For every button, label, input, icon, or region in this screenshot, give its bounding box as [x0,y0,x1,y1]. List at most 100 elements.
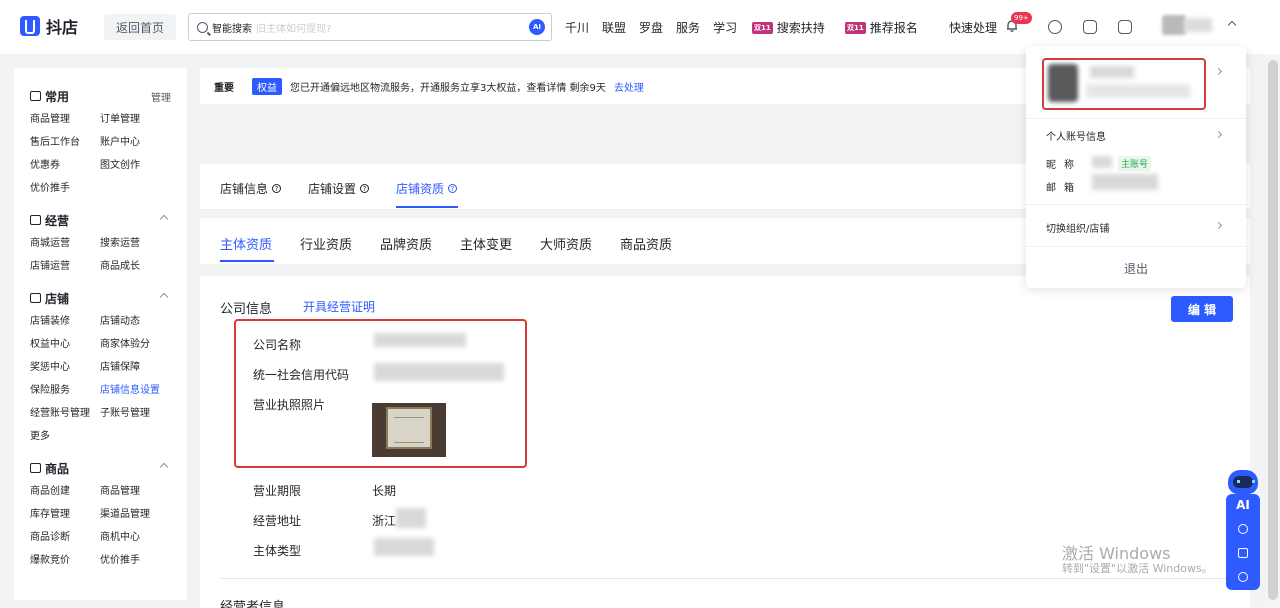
sidebar-item[interactable]: 订单管理 [100,108,180,131]
sidebar-section-title: 经营 [45,213,70,228]
chevron-right-icon[interactable] [1214,221,1223,230]
account-id-redacted [1086,84,1190,98]
tab-store-info[interactable]: 店铺信息 ? [220,180,282,197]
sidebar-item[interactable]: 账户中心 [100,131,180,154]
personal-account-info-link[interactable]: 个人账号信息 [1046,128,1106,143]
logout-button[interactable]: 退出 [1026,260,1246,277]
sidebar-item[interactable]: 优价推手 [100,549,180,572]
chevron-up-icon[interactable] [1227,20,1237,30]
sidebar-item[interactable]: 商品管理 [100,480,180,503]
store-icon[interactable] [1118,20,1132,34]
sidebar-item[interactable]: 奖惩中心 [30,356,100,379]
sidebar-item[interactable]: 经营账号管理 [30,402,100,425]
avatar[interactable] [1162,15,1186,35]
support-icon[interactable] [1048,20,1062,34]
address-redacted [396,508,426,528]
headset-icon[interactable] [1238,524,1248,534]
issue-certificate-link[interactable]: 开具经营证明 [303,298,375,315]
sidebar-item[interactable]: 店铺运营 [30,255,100,278]
business-address-value: 浙江 [372,514,397,528]
tab-product-qualification[interactable]: 商品资质 [620,234,672,253]
sidebar-item[interactable]: 爆款竞价 [30,549,100,572]
tab-store-qualification[interactable]: 店铺资质 ? [396,180,458,197]
sidebar-item[interactable]: 商城运营 [30,232,100,255]
folder-icon [30,91,41,101]
nav-xuexi[interactable]: 学习 [713,19,737,36]
tab-entity-change[interactable]: 主体变更 [460,234,512,253]
logo[interactable]: 抖店 [20,14,78,38]
robot-icon[interactable] [1228,470,1258,494]
sidebar-item[interactable]: 商品诊断 [30,526,100,549]
search-icon [197,21,208,33]
tab-brand-qualification[interactable]: 品牌资质 [380,234,432,253]
nav-luopan[interactable]: 罗盘 [639,19,663,36]
sidebar-item[interactable]: 图文创作 [100,154,180,177]
search-input[interactable]: 智能搜索 旧主体如何提现? AI [188,13,552,41]
ai-assistant-float[interactable]: AI [1226,470,1260,590]
nav-qianchuan[interactable]: 千川 [565,19,589,36]
manage-link[interactable]: 管理 [151,89,171,104]
email-label: 邮箱 [1046,183,1082,194]
tab-industry-qualification[interactable]: 行业资质 [300,234,352,253]
sidebar-item[interactable]: 店铺保障 [100,356,180,379]
sidebar-item[interactable]: 商品成长 [100,255,180,278]
sidebar-item[interactable]: 优价推手 [30,177,100,200]
sidebar-item[interactable]: 店铺装修 [30,310,100,333]
sidebar-item[interactable]: 店铺动态 [100,310,180,333]
info-icon[interactable] [1238,572,1248,582]
entity-type-label: 主体类型 [253,544,302,558]
logo-icon [20,16,40,36]
promo-recommend-signup-label: 推荐报名 [869,21,918,35]
promo-recommend-signup[interactable]: 双11 推荐报名 [845,19,918,36]
operator-info-title: 经营者信息 [220,600,286,608]
sidebar-item[interactable]: 商品创建 [30,480,100,503]
avatar [1048,64,1078,102]
notice-action-link[interactable]: 去处理 [614,79,644,94]
sidebar-item-store-info-settings[interactable]: 店铺信息设置 [100,379,180,402]
back-home-button[interactable]: 返回首页 [104,14,176,40]
sidebar-section-title: 店铺 [45,291,70,306]
help-icon[interactable]: ? [448,184,458,193]
promo-search-support[interactable]: 双11 搜索扶持 [752,19,825,36]
company-name-label: 公司名称 [253,338,302,352]
help-icon[interactable]: ? [272,184,282,193]
nav-fuwu[interactable]: 服务 [676,19,700,36]
ai-search-icon[interactable]: AI [529,19,545,35]
sidebar-item[interactable]: 子账号管理 [100,402,180,425]
tab-master-qualification[interactable]: 大师资质 [540,234,592,253]
edit-button[interactable]: 编 辑 [1171,296,1233,322]
sidebar-item[interactable]: 商机中心 [100,526,180,549]
business-license-image[interactable] [372,403,446,457]
download-icon[interactable] [1083,20,1097,34]
sidebar-item[interactable]: 渠道品管理 [100,503,180,526]
ai-toolbar: AI [1226,494,1260,590]
sidebar-item-more[interactable]: 更多 [30,425,100,448]
tab-store-settings[interactable]: 店铺设置 ? [308,180,370,197]
chevron-right-icon[interactable] [1214,67,1223,76]
sidebar-item[interactable]: 优惠券 [30,154,100,177]
sidebar-section-title: 常用 [45,89,70,104]
sidebar-item[interactable]: 商家体验分 [100,333,180,356]
sidebar-item[interactable]: 权益中心 [30,333,100,356]
business-address-label: 经营地址 [253,514,302,528]
sidebar-section-title: 商品 [45,461,70,476]
sidebar-item[interactable]: 售后工作台 [30,131,100,154]
user-icon[interactable] [1238,548,1248,558]
entity-type-redacted [374,538,434,556]
sidebar-item[interactable]: 搜索运营 [100,232,180,255]
nav-lianmeng[interactable]: 联盟 [602,19,626,36]
tab-entity-qualification[interactable]: 主体资质 [220,234,272,253]
sidebar-item[interactable]: 库存管理 [30,503,100,526]
account-name-redacted[interactable] [1184,18,1212,32]
switch-org-store-link[interactable]: 切换组织/店铺 [1046,220,1109,235]
tab-label: 店铺信息 [220,182,269,196]
quick-handle-link[interactable]: 快速处理 [949,19,997,36]
chevron-right-icon[interactable] [1214,130,1223,139]
sidebar-item[interactable]: 商品管理 [30,108,100,131]
sidebar-item[interactable]: 保险服务 [30,379,100,402]
help-icon[interactable]: ? [360,184,370,193]
divider [1026,204,1246,205]
scrollbar-thumb[interactable] [1268,60,1278,600]
ai-button[interactable]: AI [1226,498,1260,512]
tab-label: 店铺资质 [396,182,445,196]
